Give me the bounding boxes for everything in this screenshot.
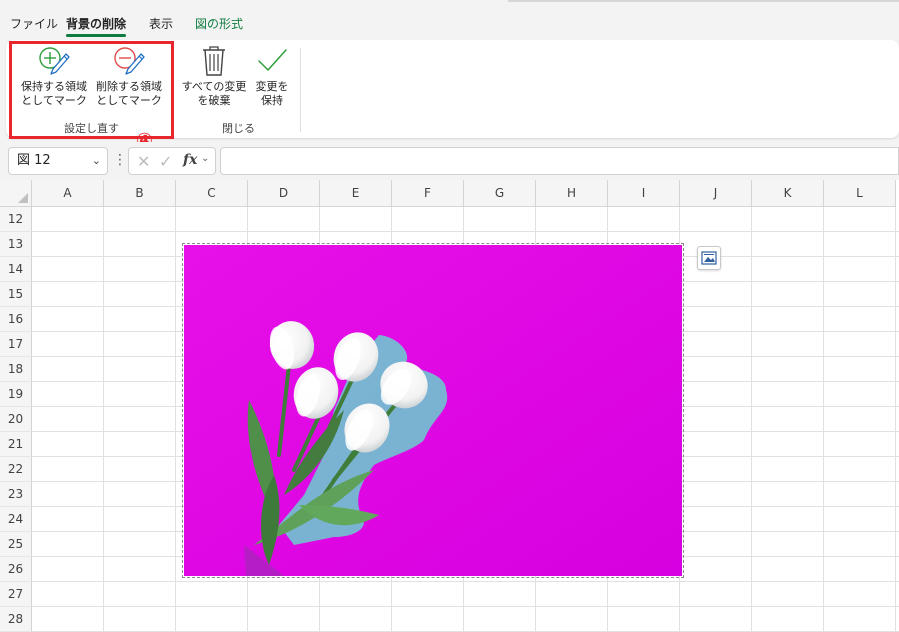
chevron-down-icon[interactable]: ⌄ [92, 148, 101, 174]
column-header-J[interactable]: J [680, 180, 752, 207]
row-header-12[interactable]: 12 [0, 207, 32, 232]
row-header-26[interactable]: 26 [0, 557, 32, 582]
select-all-button[interactable] [0, 180, 32, 207]
column-header-F[interactable]: F [392, 180, 464, 207]
mark-remove-label: 削除する領域 としてマーク [96, 80, 162, 107]
gridline-horizontal [32, 606, 899, 607]
row-header-14[interactable]: 14 [0, 257, 32, 282]
row-header-22[interactable]: 22 [0, 457, 32, 482]
row-header-13[interactable]: 13 [0, 232, 32, 257]
formula-bar: 図 12 ⌄ ⋮ ✕ ✓ fx ⌄ [0, 142, 899, 180]
row-header-24[interactable]: 24 [0, 507, 32, 532]
column-header-G[interactable]: G [464, 180, 536, 207]
keep-changes-label: 変更を 保持 [255, 80, 289, 107]
row-header-15[interactable]: 15 [0, 282, 32, 307]
group-separator [173, 48, 174, 132]
column-header-A[interactable]: A [32, 180, 104, 207]
selected-picture[interactable] [182, 243, 684, 578]
column-header-C[interactable]: C [176, 180, 248, 207]
column-header-H[interactable]: H [536, 180, 608, 207]
tab-picture-format[interactable]: 図の形式 [195, 15, 243, 33]
enter-checkmark-icon[interactable]: ✓ [159, 152, 172, 171]
title-bar [0, 0, 899, 10]
chevron-down-icon[interactable]: ⌄ [201, 153, 209, 164]
row-header-27[interactable]: 27 [0, 582, 32, 607]
row-header-28[interactable]: 28 [0, 607, 32, 632]
row-header-16[interactable]: 16 [0, 307, 32, 332]
ribbon-tabs: ファイル 背景の削除 表示 図の形式 [0, 10, 899, 40]
discard-all-label: すべての変更 を破棄 [181, 80, 247, 107]
search-box[interactable] [508, 0, 899, 2]
mark-areas-to-remove-button[interactable]: 削除する領域 としてマーク [92, 44, 166, 108]
row-header-23[interactable]: 23 [0, 482, 32, 507]
discard-all-changes-button[interactable]: すべての変更 を破棄 [180, 44, 248, 108]
row-header-19[interactable]: 19 [0, 382, 32, 407]
gridline-vertical [175, 207, 176, 632]
group-label-refine: 設定し直す [64, 122, 119, 135]
tab-file[interactable]: ファイル [10, 15, 58, 33]
layout-options-button[interactable] [697, 246, 721, 270]
tab-remove-background[interactable]: 背景の削除 [66, 15, 127, 37]
more-options-icon[interactable]: ⋮ [113, 152, 127, 168]
mark-remove-icon [111, 44, 147, 78]
row-header-18[interactable]: 18 [0, 357, 32, 382]
column-header-K[interactable]: K [752, 180, 824, 207]
trash-icon [196, 44, 232, 78]
mark-keep-icon [36, 44, 72, 78]
gridline-vertical [103, 207, 104, 632]
ribbon-panel: 保持する領域 としてマーク 削除する領域 としてマーク 設定し直す すべての変更… [6, 40, 899, 138]
cancel-icon[interactable]: ✕ [137, 152, 150, 171]
group-separator [300, 48, 301, 132]
gridline-horizontal [32, 581, 899, 582]
tab-view[interactable]: 表示 [149, 15, 173, 33]
row-header-17[interactable]: 17 [0, 332, 32, 357]
layout-options-icon [701, 251, 717, 265]
mark-areas-to-keep-button[interactable]: 保持する領域 としてマーク [18, 44, 90, 108]
name-box[interactable]: 図 12 ⌄ [8, 147, 108, 175]
column-header-E[interactable]: E [320, 180, 392, 207]
checkmark-icon [254, 44, 290, 78]
mark-keep-label: 保持する領域 としてマーク [21, 80, 87, 107]
group-label-close: 閉じる [222, 122, 255, 135]
column-header-D[interactable]: D [248, 180, 320, 207]
gridline-horizontal [32, 231, 899, 232]
gridline-vertical [751, 207, 752, 632]
gridline-vertical [823, 207, 824, 632]
formula-input[interactable] [220, 147, 899, 175]
keep-changes-button[interactable]: 変更を 保持 [250, 44, 294, 108]
ribbon-area: 保持する領域 としてマーク 削除する領域 としてマーク 設定し直す すべての変更… [0, 40, 899, 142]
name-box-value: 図 12 [17, 153, 51, 168]
column-header-L[interactable]: L [824, 180, 896, 207]
column-header-B[interactable]: B [104, 180, 176, 207]
row-header-20[interactable]: 20 [0, 407, 32, 432]
row-header-21[interactable]: 21 [0, 432, 32, 457]
insert-function-icon[interactable]: fx [183, 152, 197, 168]
column-header-I[interactable]: I [608, 180, 680, 207]
picture-content [184, 245, 682, 576]
row-header-25[interactable]: 25 [0, 532, 32, 557]
formula-controls: ✕ ✓ fx ⌄ [128, 147, 216, 175]
gridline-vertical [895, 207, 896, 632]
tulip-image [184, 245, 682, 576]
